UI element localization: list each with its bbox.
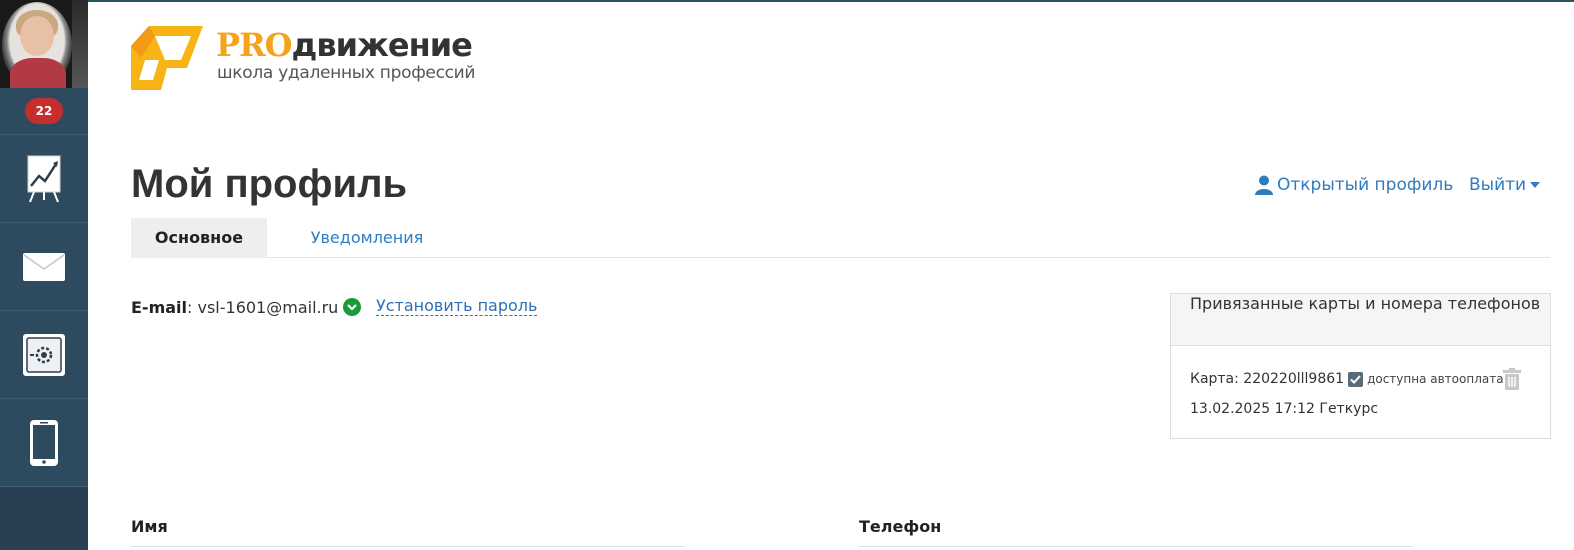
- brand-title: PROдвижение: [216, 26, 473, 64]
- brand-title-pro: PRO: [216, 26, 293, 64]
- tab-notifications[interactable]: Уведомления: [299, 218, 435, 258]
- notifications-row[interactable]: 22: [0, 88, 88, 135]
- verified-check-icon: [343, 298, 362, 316]
- avatar-face: [20, 16, 54, 56]
- tab-main[interactable]: Основное: [131, 218, 267, 258]
- mobile-phone-icon: [30, 419, 58, 466]
- logo-mark-icon: [131, 26, 203, 90]
- autopay-checkbox-icon[interactable]: [1348, 371, 1364, 387]
- caret-down-icon: [1530, 182, 1541, 188]
- linked-card-item: Карта: 220220lll9861 доступна автооплата…: [1171, 346, 1550, 438]
- top-border: [0, 0, 1574, 2]
- email-row: E-mail : vsl-1601@mail.ru: [131, 296, 362, 318]
- linked-cards-panel: Привязанные карты и номера телефонов Кар…: [1170, 293, 1551, 439]
- logout-label: Выйти: [1469, 175, 1527, 195]
- sidebar-footer: [0, 487, 88, 550]
- name-field-input[interactable]: [131, 546, 684, 547]
- autopay-label: доступна автооплата: [1367, 372, 1504, 386]
- brand-subtitle: школа удаленных профессий: [217, 63, 476, 83]
- card-line: Карта: 220220lll9861 доступна автооплата: [1190, 371, 1504, 387]
- card-number: Карта: 220220lll9861: [1190, 371, 1345, 387]
- safe-icon: [23, 333, 65, 376]
- phone-field-label: Телефон: [859, 517, 942, 536]
- sidebar-item-messages[interactable]: [0, 223, 88, 311]
- sidebar: 22: [0, 0, 88, 550]
- card-date: 13.02.2025 17:12 Геткурс: [1190, 401, 1379, 417]
- trash-icon[interactable]: [1503, 368, 1521, 390]
- avatar-edge: [72, 0, 88, 88]
- mail-icon: [23, 252, 65, 281]
- sidebar-item-trainings[interactable]: [0, 135, 88, 223]
- sidebar-item-purchases[interactable]: [0, 311, 88, 399]
- set-password-link[interactable]: Установить пароль: [376, 296, 538, 316]
- brand-title-rest: движение: [291, 26, 473, 64]
- page-title: Мой профиль: [131, 162, 408, 206]
- avatar[interactable]: [0, 0, 88, 88]
- notification-badge[interactable]: 22: [25, 98, 63, 124]
- user-icon: [1255, 175, 1273, 195]
- phone-field-input[interactable]: [859, 546, 1412, 547]
- profile-tabs: Основное Уведомления: [131, 218, 1550, 258]
- logout-dropdown[interactable]: Выйти: [1469, 173, 1541, 197]
- linked-cards-title: Привязанные карты и номера телефонов: [1171, 294, 1550, 346]
- name-field-label: Имя: [131, 517, 168, 536]
- presentation-chart-icon: [27, 155, 61, 202]
- email-value: : vsl-1601@mail.ru: [187, 297, 339, 317]
- brand-logo[interactable]: PROдвижение школа удаленных профессий: [131, 26, 491, 90]
- open-profile-label: Открытый профиль: [1277, 175, 1454, 195]
- email-label: E-mail: [131, 297, 188, 317]
- sidebar-item-mobile[interactable]: [0, 399, 88, 487]
- avatar-body: [10, 58, 66, 88]
- open-profile-link[interactable]: Открытый профиль: [1255, 173, 1453, 197]
